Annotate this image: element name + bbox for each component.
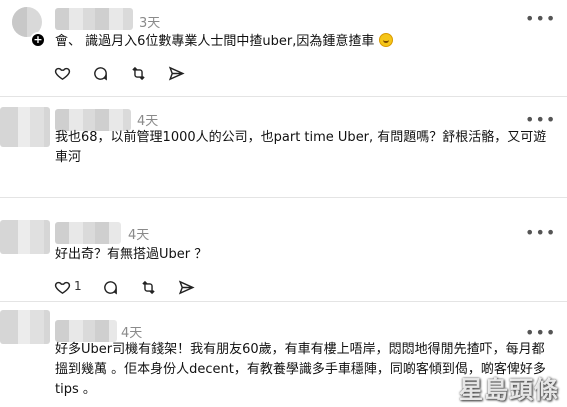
heart-icon[interactable] [52, 63, 72, 83]
more-icon[interactable]: ••• [525, 112, 556, 128]
comment-icon[interactable] [90, 63, 110, 83]
username-redacted[interactable] [55, 320, 117, 342]
post-time: 3天 [139, 16, 161, 31]
action-bar [52, 63, 252, 83]
post-time: 4天 [121, 326, 143, 341]
repost-icon[interactable] [128, 63, 148, 83]
username-redacted[interactable] [55, 222, 121, 244]
repost-icon[interactable] [138, 277, 158, 297]
avatar-redacted[interactable] [0, 310, 50, 344]
comment-post-2: 4天 ••• 我也68，以前管理1000人的公司，也part time Uber… [0, 97, 567, 197]
share-icon[interactable] [166, 63, 186, 83]
heart-icon[interactable] [52, 277, 72, 297]
avatar-redacted[interactable] [0, 107, 50, 147]
post-text: 會、 識過月入6位數專業人士間中揸uber,因為鍾意揸車 [55, 32, 545, 52]
rolling-laugh-emoji-icon [378, 33, 393, 47]
post-time: 4天 [128, 228, 150, 243]
more-icon[interactable]: ••• [525, 225, 556, 241]
action-bar: 1 [52, 277, 252, 297]
comment-post-3: 4天 ••• 好出奇？有無搭過Uber ？ 1 [0, 198, 567, 301]
watermark-logo: 星島頭條 [459, 375, 559, 404]
share-icon[interactable] [176, 277, 196, 297]
comment-icon[interactable] [100, 277, 120, 297]
post-text: 好出奇？有無搭過Uber ？ [55, 247, 208, 262]
post-text-content: 會、 識過月入6位數專業人士間中揸uber,因為鍾意揸車 [55, 34, 375, 49]
like-count: 1 [74, 279, 82, 293]
post-text: 我也68，以前管理1000人的公司，也part time Uber, 有問題嗎？… [55, 130, 547, 165]
more-icon[interactable]: ••• [525, 325, 556, 341]
follow-plus-icon[interactable]: + [30, 32, 46, 48]
comment-post-1: + 3天 ••• 會、 識過月入6位數專業人士間中揸uber,因為鍾意揸車 [0, 0, 567, 96]
more-icon[interactable]: ••• [525, 11, 556, 27]
avatar-redacted[interactable] [0, 220, 50, 254]
post-time: 4天 [137, 114, 159, 129]
username-redacted[interactable] [55, 8, 133, 30]
